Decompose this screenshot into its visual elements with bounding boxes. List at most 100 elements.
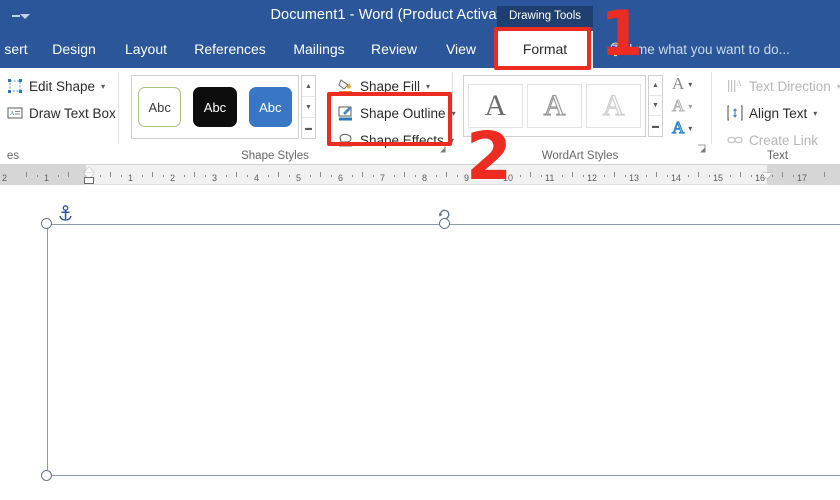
wordart-style-item[interactable]: A <box>586 84 641 128</box>
draw-text-box-label: Draw Text Box <box>29 105 116 121</box>
svg-text:A: A <box>736 79 742 88</box>
ruler-number: 7 <box>380 173 386 183</box>
text-effects-icon: A <box>671 117 685 137</box>
tab-insert[interactable]: sert <box>0 31 32 68</box>
shape-style-item[interactable]: Abc <box>248 87 292 127</box>
ruler-number: 1 <box>44 173 50 183</box>
callout-number-2: 2 <box>466 118 512 195</box>
tab-design[interactable]: Design <box>44 31 104 68</box>
selected-text-box[interactable] <box>47 224 840 476</box>
draw-text-box-button[interactable]: A Draw Text Box <box>6 104 116 122</box>
shape-style-item[interactable]: Abc <box>193 87 237 127</box>
shape-style-gallery-scroller[interactable]: ▲ ▼ ▬ <box>301 75 316 139</box>
ruler-tick <box>351 175 353 177</box>
chevron-down-icon[interactable]: ▾ <box>688 124 692 133</box>
ruler-tick <box>320 172 321 177</box>
ruler-tick <box>288 175 290 177</box>
horizontal-ruler[interactable]: 2 1 1 2 3 4 5 6 7 8 9 10 11 12 13 14 15 16 17 <box>0 165 840 185</box>
format-tab-highlight <box>494 27 591 70</box>
ruler-tick <box>792 175 794 177</box>
edit-shape-icon <box>6 77 24 95</box>
ruler-tick <box>309 175 311 177</box>
create-link-button[interactable]: Create Link <box>726 131 818 149</box>
wordart-gallery-scroller[interactable]: ▲ ▼ ▬ <box>648 75 663 137</box>
resize-handle-top-center[interactable] <box>439 218 450 229</box>
ruler-tick <box>446 172 447 177</box>
ruler-tick <box>225 175 227 177</box>
ruler-number: 2 <box>2 173 8 183</box>
ruler-tick <box>393 175 395 177</box>
ruler-tick <box>687 175 689 177</box>
text-fill-button[interactable]: A ▾ <box>672 74 692 94</box>
svg-text:A: A <box>10 111 15 117</box>
ruler-number: 11 <box>545 173 555 183</box>
tab-references[interactable]: References <box>186 31 274 68</box>
ruler-tick <box>267 175 269 177</box>
left-indent-marker[interactable] <box>84 177 94 184</box>
create-link-label: Create Link <box>749 132 819 148</box>
ruler-number: 3 <box>212 173 218 183</box>
text-effects-button[interactable]: A ▾ <box>671 117 692 138</box>
ruler-tick <box>740 172 741 177</box>
text-outline-button[interactable]: A ▾ <box>671 96 692 116</box>
wordart-style-item[interactable]: A <box>527 84 582 128</box>
ruler-ticks: 2 1 1 2 3 4 5 6 7 8 9 10 11 12 13 14 15 16 17 <box>0 165 840 185</box>
tab-layout[interactable]: Layout <box>117 31 175 68</box>
scroll-up-icon[interactable]: ▲ <box>302 76 315 97</box>
align-text-button[interactable]: Align Text ▾ <box>726 104 817 122</box>
window-title: Document1 - Word (Product Activation Fai… <box>270 7 570 23</box>
ruler-tick <box>561 175 563 177</box>
scroll-down-icon[interactable]: ▼ <box>302 97 315 118</box>
group-label-shape-styles: Shape Styles <box>241 150 309 162</box>
title-bar: Document1 - Word (Product Activation Fai… <box>0 0 840 31</box>
text-direction-button[interactable]: A Text Direction ▾ <box>726 77 840 95</box>
ruler-tick <box>110 172 111 177</box>
tab-review[interactable]: Review <box>364 31 424 68</box>
ruler-tick <box>194 172 195 177</box>
ruler-number: 14 <box>671 173 682 183</box>
ruler-tick <box>183 175 185 177</box>
edit-shape-label: Edit Shape <box>29 78 96 94</box>
ruler-tick <box>162 175 164 177</box>
ruler-tick <box>698 172 699 177</box>
shape-style-item[interactable]: Abc <box>138 87 182 127</box>
tab-mailings[interactable]: Mailings <box>284 31 354 68</box>
wordart-styles-dialog-launcher[interactable] <box>697 144 708 155</box>
resize-handle-top-left[interactable] <box>41 218 52 229</box>
group-label-shapes: es <box>6 150 20 162</box>
chevron-down-icon[interactable]: ▾ <box>688 102 692 111</box>
chevron-down-icon[interactable]: ▾ <box>426 82 430 91</box>
document-canvas[interactable] <box>0 186 840 500</box>
draw-text-box-icon: A <box>6 104 24 122</box>
shape-style-gallery[interactable]: Abc Abc Abc <box>131 75 299 139</box>
ruler-tick <box>141 175 143 177</box>
ruler-number: 1 <box>128 173 134 183</box>
chevron-down-icon[interactable]: ▾ <box>688 80 692 89</box>
chevron-down-icon[interactable]: ▾ <box>813 109 817 118</box>
chevron-down-icon[interactable]: ▾ <box>452 109 456 118</box>
edit-shape-button[interactable]: Edit Shape ▾ <box>6 77 105 95</box>
right-indent-marker[interactable] <box>762 173 772 179</box>
chevron-down-icon[interactable]: ▾ <box>101 82 105 91</box>
ruler-tick <box>330 175 332 177</box>
ruler-number: 6 <box>338 173 344 183</box>
align-text-label: Align Text <box>749 105 808 121</box>
gallery-more-icon[interactable]: ▬ <box>649 116 662 136</box>
ruler-number: 4 <box>254 173 260 183</box>
ruler-tick <box>603 175 605 177</box>
resize-handle-bottom-left[interactable] <box>41 470 52 481</box>
text-outline-icon: A <box>671 96 685 116</box>
gallery-more-icon[interactable]: ▬ <box>302 118 315 138</box>
tab-view[interactable]: View <box>437 31 485 68</box>
ruler-tick <box>750 175 752 177</box>
ruler-tick <box>414 175 416 177</box>
scroll-up-icon[interactable]: ▲ <box>649 76 662 96</box>
ruler-tick <box>540 175 542 177</box>
scroll-down-icon[interactable]: ▼ <box>649 96 662 116</box>
ruler-tick <box>236 172 237 177</box>
ruler-tick <box>572 172 573 177</box>
callout-number-1: 1 <box>600 0 644 70</box>
align-text-icon <box>726 104 744 122</box>
ruler-tick <box>120 175 122 177</box>
ruler-number: 2 <box>170 173 176 183</box>
